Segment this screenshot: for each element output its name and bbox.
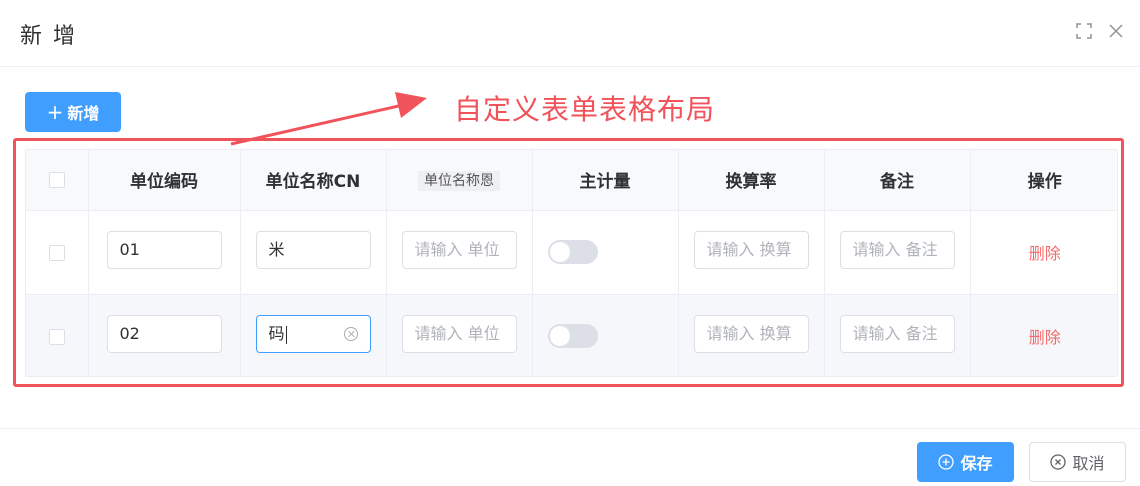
- column-header: 单位名称恩: [386, 150, 533, 211]
- save-label: 保存: [960, 454, 993, 473]
- code-input[interactable]: 02: [106, 315, 222, 353]
- select-all-checkbox[interactable]: [48, 171, 65, 188]
- unit-table: 单位编码 单位名称CN 单位名称恩 主计量 换算率 备注 操作 01 米 请输入…: [25, 149, 1118, 377]
- name-cn-value: 码: [268, 324, 285, 343]
- rate-input[interactable]: 请输入 换算: [693, 231, 809, 269]
- cancel-label: 取消: [1072, 454, 1105, 473]
- rate-cell: 请输入 换算: [678, 294, 825, 376]
- column-header: 主计量: [532, 150, 679, 211]
- code-cell: 02: [88, 294, 241, 376]
- cancel-button[interactable]: 取消: [1029, 442, 1126, 482]
- table-row: 01 米 请输入 单位 请输入 换算 请输入 备注 删除: [26, 210, 1117, 295]
- row-checkbox[interactable]: [48, 329, 65, 345]
- plus-icon: +: [46, 100, 64, 124]
- select-all-cell: [26, 150, 89, 211]
- add-row-label: 新增: [67, 104, 100, 123]
- table-header-row: 单位编码 单位名称CN 单位名称恩 主计量 换算率 备注 操作: [26, 150, 1117, 211]
- row-select-cell: [26, 210, 89, 295]
- main-unit-switch[interactable]: [547, 240, 598, 264]
- column-header: 单位编码: [88, 150, 241, 211]
- delete-link[interactable]: 删除: [1029, 328, 1061, 347]
- row-checkbox[interactable]: [48, 245, 65, 261]
- name-cn-input[interactable]: 码: [255, 315, 371, 353]
- delete-link[interactable]: 删除: [1029, 244, 1061, 263]
- circle-plus-icon: [938, 454, 955, 470]
- name-en-cell: 请输入 单位: [386, 294, 533, 376]
- remark-input[interactable]: 请输入 备注: [839, 231, 955, 269]
- column-header-label: 单位名称恩: [418, 170, 500, 191]
- circle-close-icon: [1050, 454, 1067, 470]
- action-cell: 删除: [970, 210, 1117, 295]
- name-en-input[interactable]: 请输入 单位: [401, 315, 517, 353]
- column-header: 备注: [824, 150, 971, 211]
- annotation-text: 自定义表单表格布局: [454, 93, 716, 126]
- switch-knob: [549, 242, 570, 262]
- rate-cell: 请输入 换算: [678, 210, 825, 295]
- text-caret: [285, 325, 287, 344]
- close-icon[interactable]: [1107, 22, 1125, 40]
- remark-input[interactable]: 请输入 备注: [839, 315, 955, 353]
- column-header: 操作: [970, 150, 1117, 211]
- rate-input[interactable]: 请输入 换算: [693, 315, 809, 353]
- fullscreen-icon[interactable]: [1075, 22, 1093, 40]
- column-header: 单位名称CN: [240, 150, 387, 211]
- row-select-cell: [26, 294, 89, 376]
- column-header: 换算率: [678, 150, 825, 211]
- name-en-input[interactable]: 请输入 单位: [401, 231, 517, 269]
- clear-icon[interactable]: [343, 327, 358, 341]
- add-row-button[interactable]: + 新增: [25, 92, 121, 132]
- code-cell: 01: [88, 210, 241, 295]
- dialog-header: 新 增: [0, 0, 1140, 67]
- code-input[interactable]: 01: [106, 231, 222, 269]
- dialog-title: 新 增: [20, 24, 77, 49]
- switch-knob: [549, 326, 570, 346]
- name-cn-cell: 米: [240, 210, 387, 295]
- name-en-cell: 请输入 单位: [386, 210, 533, 295]
- main-unit-cell: [532, 210, 679, 295]
- action-cell: 删除: [970, 294, 1117, 376]
- main-unit-switch[interactable]: [547, 324, 598, 348]
- name-cn-cell: 码: [240, 294, 387, 376]
- add-dialog: 新 增 + 新增 自定义表单表格布局 单位编码 单位名称CN 单位名称恩 主计量…: [0, 0, 1140, 486]
- table-row: 02 码 请输入 单位 请输入 换算 请输入 备注 删除: [26, 294, 1117, 376]
- name-cn-input[interactable]: 米: [255, 231, 371, 269]
- main-unit-cell: [532, 294, 679, 376]
- remark-cell: 请输入 备注: [824, 294, 971, 376]
- save-button[interactable]: 保存: [917, 442, 1014, 482]
- remark-cell: 请输入 备注: [824, 210, 971, 295]
